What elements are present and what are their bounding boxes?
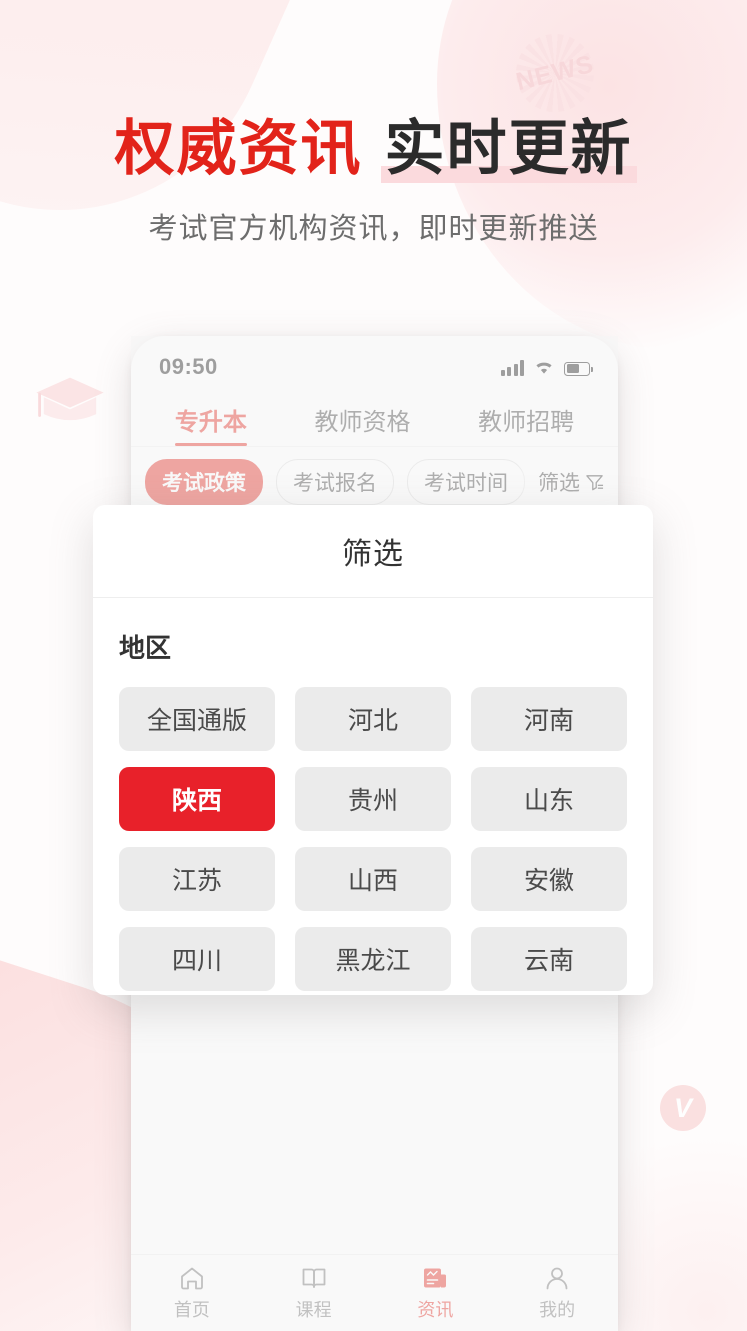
filter-modal-title: 筛选 (342, 538, 404, 571)
headline-dark-text: 实时更新 (380, 100, 637, 187)
filter-modal-header: 筛选 (93, 505, 653, 598)
verified-badge-icon: V (660, 1085, 706, 1131)
region-option-shanxi[interactable]: 山西 (295, 847, 451, 911)
region-option-guizhou[interactable]: 贵州 (295, 767, 451, 831)
region-option-quanguotongban[interactable]: 全国通版 (119, 687, 275, 751)
filter-modal: 筛选 地区 全国通版 河北 河南 陕西 贵州 山东 江苏 山西 安徽 四川 黑龙… (93, 505, 653, 995)
region-option-heilongjiang[interactable]: 黑龙江 (295, 927, 451, 991)
headline-red-text: 权威资讯 (114, 115, 363, 182)
region-option-yunnan[interactable]: 云南 (471, 927, 627, 991)
promo-subtitle: 考试官方机构资讯，即时更新推送 (148, 213, 599, 245)
news-stamp-label: NEWS (513, 49, 597, 96)
region-section-label: 地区 (119, 633, 172, 663)
region-option-hebei[interactable]: 河北 (295, 687, 451, 751)
promo-headline: 权威资讯 实时更新 (0, 100, 747, 187)
region-option-shaanxi[interactable]: 陕西 (119, 767, 275, 831)
filter-modal-body: 地区 全国通版 河北 河南 陕西 贵州 山东 江苏 山西 安徽 四川 黑龙江 云… (93, 598, 653, 991)
verified-badge-letter: V (673, 1092, 692, 1123)
region-grid: 全国通版 河北 河南 陕西 贵州 山东 江苏 山西 安徽 四川 黑龙江 云南 (119, 687, 627, 991)
graduation-cap-icon (36, 377, 104, 421)
region-option-henan[interactable]: 河南 (471, 687, 627, 751)
region-option-jiangsu[interactable]: 江苏 (119, 847, 275, 911)
region-option-shandong[interactable]: 山东 (471, 767, 627, 831)
region-option-anhui[interactable]: 安徽 (471, 847, 627, 911)
region-option-sichuan[interactable]: 四川 (119, 927, 275, 991)
